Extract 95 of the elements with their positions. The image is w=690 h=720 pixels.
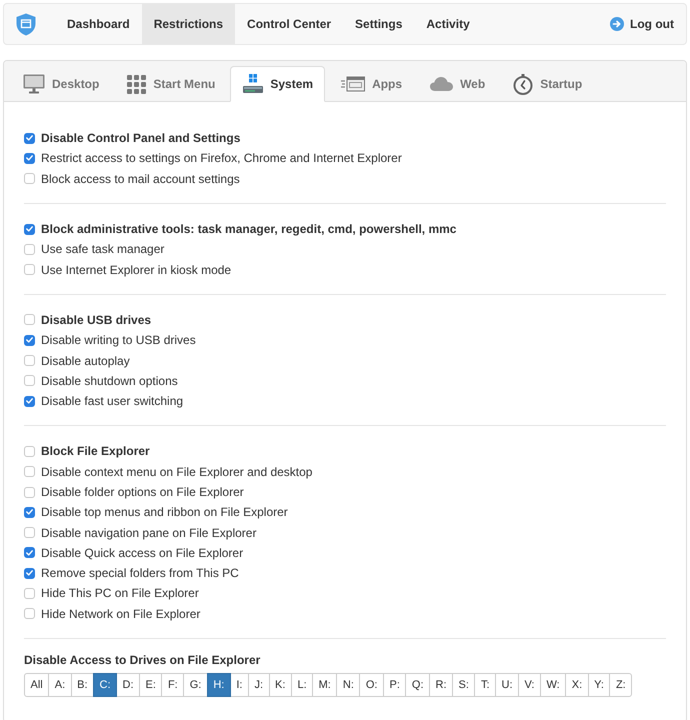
checkmark-icon — [26, 550, 33, 556]
checkbox[interactable] — [24, 244, 35, 255]
drive-button[interactable]: I: — [230, 672, 249, 697]
tab[interactable]: System — [230, 66, 326, 102]
nav-link[interactable]: Activity — [414, 4, 482, 44]
cloud-icon — [430, 77, 454, 91]
checkbox[interactable] — [24, 527, 35, 538]
drive-button[interactable]: G: — [183, 672, 208, 697]
checkmark-icon — [26, 570, 33, 576]
nav-link[interactable]: Control Center — [235, 4, 344, 44]
checkbox-label[interactable]: Disable navigation pane on File Explorer — [41, 526, 256, 540]
checkmark-icon — [26, 155, 33, 162]
drive-button[interactable]: A: — [48, 672, 72, 697]
shield-logo-icon — [16, 12, 36, 36]
logout-link[interactable]: Log out — [598, 4, 686, 44]
checkbox[interactable] — [24, 588, 35, 599]
drive-button[interactable]: L: — [290, 672, 314, 697]
checkbox-label[interactable]: Remove special folders from This PC — [41, 566, 239, 580]
drive-button[interactable]: H: — [206, 672, 231, 697]
checkbox[interactable] — [24, 608, 35, 620]
checkbox-label[interactable]: Use Internet Explorer in kiosk mode — [41, 262, 232, 277]
checkmark-icon — [26, 337, 33, 344]
drive-button[interactable]: X: — [565, 672, 589, 697]
drive-button[interactable]: Q: — [405, 672, 430, 697]
drive-button[interactable]: Y: — [588, 672, 610, 697]
tab[interactable]: Apps — [328, 66, 414, 102]
tab[interactable]: Start Menu — [114, 66, 228, 102]
timer-icon — [513, 74, 534, 94]
drive-button[interactable]: P: — [383, 672, 406, 697]
checkbox[interactable] — [24, 224, 35, 235]
nav-link[interactable]: Dashboard — [55, 4, 142, 44]
tab[interactable]: Desktop — [10, 66, 112, 102]
monitor-icon — [23, 74, 45, 94]
checkbox[interactable] — [24, 568, 35, 579]
drive-button[interactable]: D: — [116, 672, 140, 697]
checkmark-icon — [26, 226, 33, 232]
drive-button[interactable]: B: — [70, 672, 94, 697]
drive-button[interactable]: N: — [336, 672, 360, 697]
drive-button[interactable]: All — [24, 672, 50, 697]
checkbox[interactable] — [24, 173, 35, 184]
drive-button[interactable]: C: — [93, 672, 118, 697]
checkbox[interactable] — [24, 506, 35, 518]
checkbox-label[interactable]: Hide Network on File Explorer — [41, 606, 200, 621]
grid-icon — [127, 74, 146, 94]
checkbox-label[interactable]: Disable fast user switching — [41, 394, 184, 408]
checkbox-label[interactable]: Disable writing to USB drives — [41, 333, 196, 348]
drive-button[interactable]: F: — [161, 672, 184, 697]
checkbox[interactable] — [24, 375, 35, 386]
checkbox[interactable] — [24, 396, 35, 407]
checkbox-label[interactable]: Disable shutdown options — [41, 374, 178, 388]
nav-link[interactable]: Settings — [343, 4, 414, 44]
tab[interactable]: Web — [417, 66, 498, 102]
checkbox-label[interactable]: Block administrative tools: task manager, regedit, cmd, powershell, mmc — [41, 222, 456, 236]
checkbox-label[interactable]: Block File Explorer — [41, 444, 150, 458]
checkbox[interactable] — [24, 152, 35, 164]
checkbox[interactable] — [24, 264, 35, 276]
checkbox-label[interactable]: Disable Quick access on File Explorer — [41, 546, 244, 560]
checkbox-label[interactable]: Disable top menus and ribbon on File Explorer — [41, 505, 288, 520]
checkbox[interactable] — [24, 486, 35, 498]
checkbox-label[interactable]: Disable context menu on File Explorer and desktop — [41, 464, 312, 479]
drive-button[interactable]: O: — [359, 672, 384, 697]
windows-drive-icon — [243, 74, 264, 94]
checkmark-icon — [26, 398, 33, 404]
drive-button[interactable]: K: — [268, 672, 292, 697]
drive-button[interactable]: T: — [474, 672, 496, 697]
checkbox-label[interactable]: Disable autoplay — [41, 354, 130, 368]
checkbox[interactable] — [24, 314, 35, 326]
checkbox[interactable] — [24, 466, 35, 478]
checkbox[interactable] — [24, 132, 35, 144]
checkmark-icon — [26, 509, 33, 516]
checkbox[interactable] — [24, 547, 35, 558]
drive-button[interactable]: M: — [312, 672, 338, 697]
drive-button[interactable]: Z: — [609, 672, 632, 697]
checkmark-icon — [26, 135, 33, 142]
checkbox[interactable] — [24, 355, 35, 366]
drive-button[interactable]: S: — [452, 672, 476, 697]
nav-link[interactable]: Restrictions — [142, 4, 236, 44]
drive-button[interactable]: J: — [248, 672, 270, 697]
app-window-icon — [341, 76, 366, 92]
checkbox-label[interactable]: Hide This PC on File Explorer — [41, 586, 199, 600]
drive-button[interactable]: V: — [518, 672, 541, 697]
drive-button[interactable]: U: — [495, 672, 519, 697]
checkbox-label[interactable]: Disable folder options on File Explorer — [41, 485, 244, 499]
checkbox[interactable] — [24, 446, 35, 457]
checkbox-label[interactable]: Use safe task manager — [41, 242, 164, 256]
checkbox-label[interactable]: Block access to mail account settings — [41, 172, 240, 186]
checkbox-label[interactable]: Restrict access to settings on Firefox, Chrome and Internet Explorer — [41, 151, 402, 166]
drive-button[interactable]: W: — [540, 672, 566, 697]
checkbox-label[interactable]: Disable USB drives — [41, 312, 152, 327]
drive-button[interactable]: E: — [139, 672, 162, 697]
tab[interactable]: Startup — [500, 66, 594, 102]
drive-button[interactable]: R: — [429, 672, 454, 697]
checkbox-label[interactable]: Disable Control Panel and Settings — [41, 131, 240, 146]
checkbox[interactable] — [24, 334, 35, 346]
section-title: Disable Access to Drives on File Explorer — [24, 652, 262, 667]
